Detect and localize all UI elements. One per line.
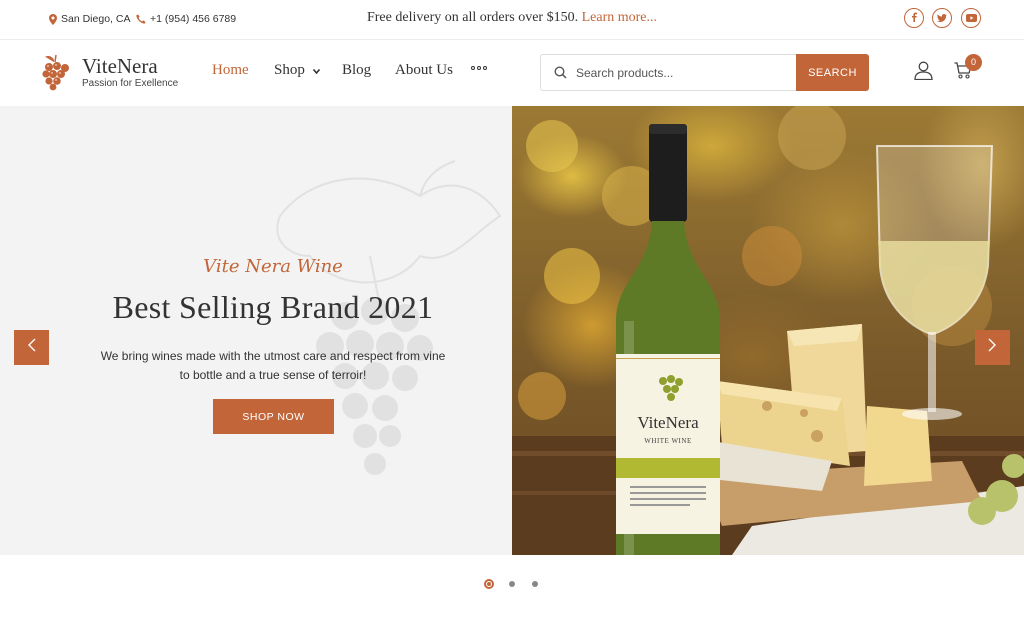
hero-slider: ViteNera WHITE WINE Vite Nera Wine Best … [0,106,1024,555]
facebook-icon [911,9,917,27]
hero-text-panel [0,106,512,555]
nav-shop-label: Shop [274,62,305,78]
hero-description: We bring wines made with the utmost care… [100,349,446,382]
slider-next-button[interactable] [975,330,1010,365]
twitter-icon [937,9,947,27]
search-button[interactable]: SEARCH [796,54,869,91]
chevron-right-icon [988,338,997,357]
youtube-button[interactable] [961,8,981,28]
search-input[interactable] [576,55,794,90]
nav-blog[interactable]: Blog [342,62,371,79]
user-account-icon[interactable] [914,61,933,85]
brand-tagline: Passion for Exellence [82,78,179,89]
slider-dot-1[interactable] [484,579,494,589]
slider-prev-button[interactable] [14,330,49,365]
facebook-button[interactable] [904,8,924,28]
cart-count-badge: 0 [965,54,982,71]
hero-title: Best Selling Brand 2021 [112,289,434,325]
twitter-button[interactable] [932,8,952,28]
learn-more-link[interactable]: Learn more... [582,10,657,25]
slider-dot-3[interactable] [532,581,538,587]
slider-dot-2[interactable] [509,581,515,587]
bottle-brand-label: ViteNera [637,413,699,432]
nav-about-us[interactable]: About Us [395,62,453,79]
site-header: ViteNera Passion for Exellence Home Shop… [0,40,1024,106]
promo-banner: Free delivery on all orders over $150. L… [0,10,1024,26]
youtube-icon [965,9,977,27]
grape-logo-icon[interactable] [40,54,72,92]
bottle-variety-label: WHITE WINE [644,437,692,445]
wine-cheese-scene [512,106,1024,555]
more-menu-icon[interactable] [471,66,487,70]
nav-shop[interactable]: Shop [274,62,320,79]
grape-watermark-icon [250,156,510,501]
chevron-down-icon [312,62,320,79]
shop-now-button[interactable]: SHOP NOW [213,399,334,434]
top-bar: San Diego, CA +1 (954) 456 6789 Free del… [0,0,1024,40]
promo-text: Free delivery on all orders over $150. [366,10,579,25]
chevron-left-icon [27,338,36,357]
nav-home[interactable]: Home [212,62,249,79]
search-box [540,54,798,91]
slider-pagination [0,578,1024,590]
brand-name[interactable]: ViteNera [82,54,158,79]
hero-script-heading: Vite Nera Wine [203,256,343,277]
hero-image-panel: ViteNera WHITE WINE [512,106,1024,555]
